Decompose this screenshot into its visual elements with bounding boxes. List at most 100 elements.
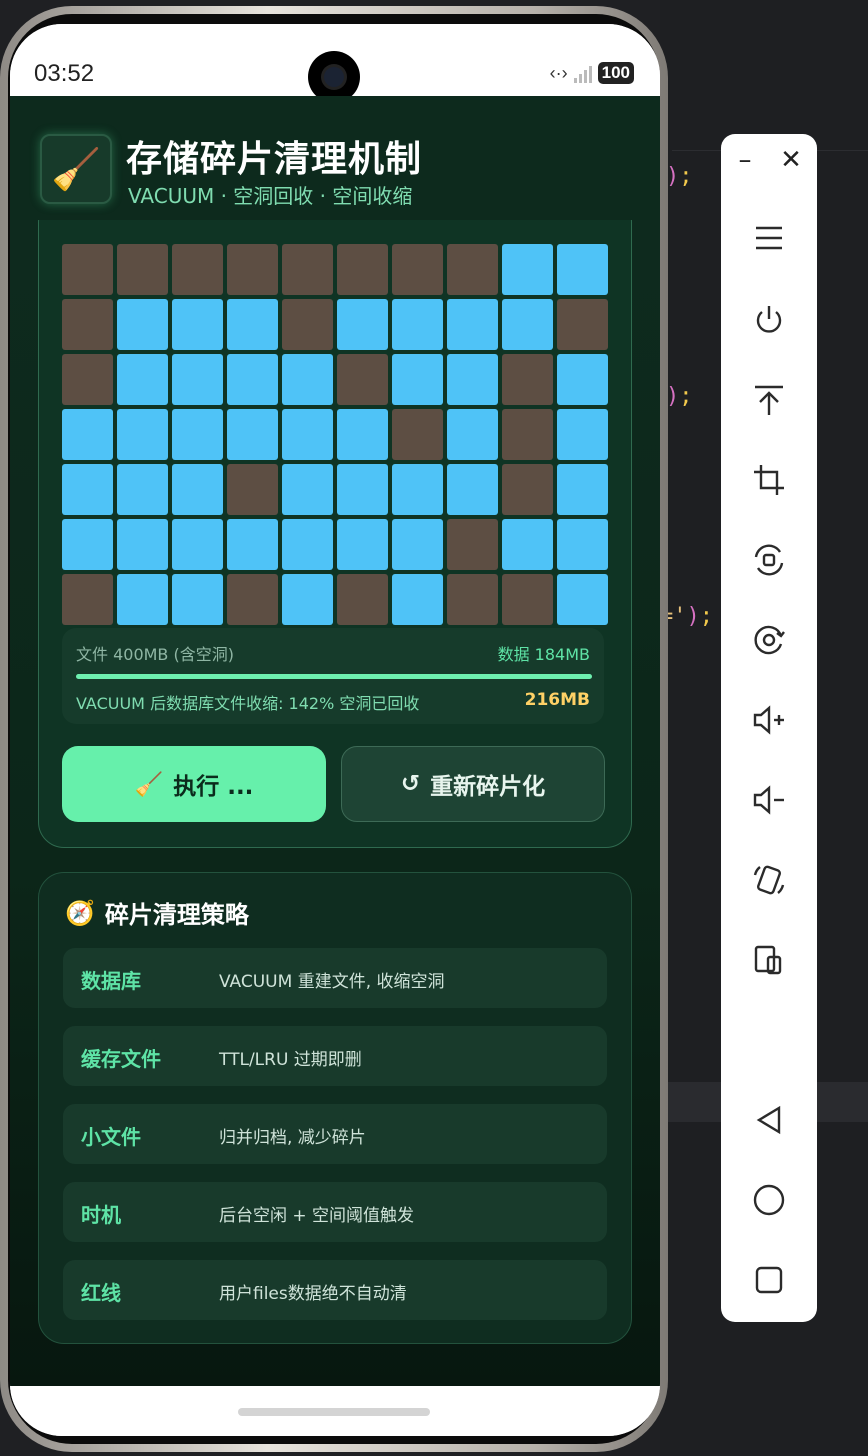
strategy-header: 🧭 碎片清理策略 bbox=[65, 895, 249, 930]
data-block bbox=[337, 299, 388, 350]
home-indicator[interactable] bbox=[238, 1408, 430, 1416]
menu-icon[interactable] bbox=[721, 216, 817, 260]
fold-icon[interactable] bbox=[721, 938, 817, 982]
data-block bbox=[282, 409, 333, 460]
free-block bbox=[502, 464, 553, 515]
free-block bbox=[392, 244, 443, 295]
data-block bbox=[117, 354, 168, 405]
data-block bbox=[282, 519, 333, 570]
strategy-value: TTL/LRU 过期即删 bbox=[219, 1050, 362, 1070]
data-block bbox=[117, 574, 168, 625]
signal-icon bbox=[573, 63, 592, 83]
data-block bbox=[557, 409, 608, 460]
data-block bbox=[117, 409, 168, 460]
broom-logo-icon: 🧹 bbox=[40, 134, 112, 204]
free-block bbox=[227, 574, 278, 625]
minimize-icon[interactable]: – bbox=[733, 145, 757, 175]
pin-top-icon[interactable] bbox=[721, 378, 817, 422]
data-transfer-icon: ‹·› bbox=[549, 62, 568, 83]
free-block bbox=[447, 519, 498, 570]
strategy-item: 缓存文件 TTL/LRU 过期即删 bbox=[63, 1026, 607, 1086]
data-block bbox=[557, 464, 608, 515]
phone-screen: 03:52 ‹·› 100 文件 400MB (含空洞) 数据 184MB VA… bbox=[10, 24, 660, 1436]
progress-fill bbox=[76, 674, 592, 679]
status-bar: 03:52 ‹·› 100 bbox=[10, 24, 660, 103]
free-block bbox=[172, 244, 223, 295]
strategy-card: 🧭 碎片清理策略 数据库 VACUUM 重建文件, 收缩空洞 缓存文件 TTL/… bbox=[38, 872, 632, 1344]
data-block bbox=[117, 299, 168, 350]
rotate-icon[interactable] bbox=[721, 858, 817, 902]
data-block bbox=[392, 574, 443, 625]
data-block bbox=[62, 464, 113, 515]
vacuum-message: VACUUM 后数据库文件收缩: 142% 空洞已回收 bbox=[76, 694, 420, 713]
back-icon[interactable] bbox=[721, 1098, 817, 1142]
data-block bbox=[117, 519, 168, 570]
strategy-value: VACUUM 重建文件, 收缩空洞 bbox=[219, 972, 445, 992]
strategy-value: 用户files数据绝不自动清 bbox=[219, 1284, 407, 1304]
compass-icon: 🧭 bbox=[65, 898, 95, 927]
free-block bbox=[337, 244, 388, 295]
free-block bbox=[282, 299, 333, 350]
gesture-bar bbox=[10, 1386, 660, 1436]
screenshot-icon[interactable] bbox=[721, 538, 817, 582]
page-subtitle: VACUUM · 空洞回收 · 空间收缩 bbox=[128, 184, 413, 208]
data-block bbox=[62, 519, 113, 570]
data-block bbox=[447, 299, 498, 350]
battery-icon: 100 bbox=[597, 62, 634, 84]
free-block bbox=[62, 244, 113, 295]
data-block bbox=[227, 299, 278, 350]
free-block bbox=[282, 244, 333, 295]
strategy-item: 红线 用户files数据绝不自动清 bbox=[63, 1260, 607, 1320]
strategy-value: 后台空闲 + 空间阈值触发 bbox=[219, 1206, 415, 1226]
data-block bbox=[282, 574, 333, 625]
strategy-key: 时机 bbox=[81, 1203, 121, 1227]
strategy-item: 时机 后台空闲 + 空间阈值触发 bbox=[63, 1182, 607, 1242]
strategy-item: 小文件 归并归档, 减少碎片 bbox=[63, 1104, 607, 1164]
free-block bbox=[62, 299, 113, 350]
data-block bbox=[172, 354, 223, 405]
data-block bbox=[447, 464, 498, 515]
free-block bbox=[117, 244, 168, 295]
status-time: 03:52 bbox=[34, 60, 95, 87]
data-block bbox=[502, 299, 553, 350]
volume-down-icon[interactable] bbox=[721, 778, 817, 822]
data-block bbox=[447, 409, 498, 460]
emulator-toolbar: – ✕ bbox=[721, 134, 817, 1322]
data-block bbox=[392, 519, 443, 570]
free-block bbox=[447, 244, 498, 295]
strategy-list: 数据库 VACUUM 重建文件, 收缩空洞 缓存文件 TTL/LRU 过期即删 … bbox=[63, 948, 607, 1338]
data-block bbox=[502, 244, 553, 295]
data-block bbox=[172, 409, 223, 460]
free-block bbox=[557, 299, 608, 350]
data-block bbox=[392, 464, 443, 515]
strategy-key: 缓存文件 bbox=[81, 1047, 161, 1071]
home-icon[interactable] bbox=[721, 1178, 817, 1222]
app-content: 文件 400MB (含空洞) 数据 184MB VACUUM 后数据库文件收缩:… bbox=[10, 96, 660, 1386]
page-title: 存储碎片清理机制 bbox=[126, 139, 423, 180]
data-block bbox=[172, 574, 223, 625]
status-icons: ‹·› 100 bbox=[550, 62, 634, 84]
data-block bbox=[227, 519, 278, 570]
crop-icon[interactable] bbox=[721, 458, 817, 502]
screen-record-icon[interactable] bbox=[721, 618, 817, 662]
broom-icon: 🧹 bbox=[134, 771, 164, 798]
volume-up-icon[interactable] bbox=[721, 698, 817, 742]
app-header: 🧹 存储碎片清理机制 VACUUM · 空洞回收 · 空间收缩 bbox=[10, 96, 660, 220]
free-block bbox=[62, 354, 113, 405]
execute-button[interactable]: 🧹 执行 ... bbox=[62, 746, 326, 822]
data-block bbox=[282, 464, 333, 515]
refresh-icon: ↺ bbox=[400, 771, 421, 797]
stats-panel: 文件 400MB (含空洞) 数据 184MB VACUUM 后数据库文件收缩:… bbox=[62, 628, 604, 724]
strategy-title: 碎片清理策略 bbox=[104, 901, 249, 929]
data-block bbox=[282, 354, 333, 405]
data-size-label: 数据 184MB bbox=[497, 645, 590, 664]
power-icon[interactable] bbox=[721, 298, 817, 342]
close-icon[interactable]: ✕ bbox=[779, 145, 803, 175]
refragment-button[interactable]: ↺ 重新碎片化 bbox=[341, 746, 605, 822]
overview-icon[interactable] bbox=[721, 1258, 817, 1302]
free-block bbox=[227, 464, 278, 515]
free-block bbox=[447, 574, 498, 625]
data-block bbox=[392, 299, 443, 350]
free-block bbox=[502, 574, 553, 625]
data-block bbox=[227, 409, 278, 460]
